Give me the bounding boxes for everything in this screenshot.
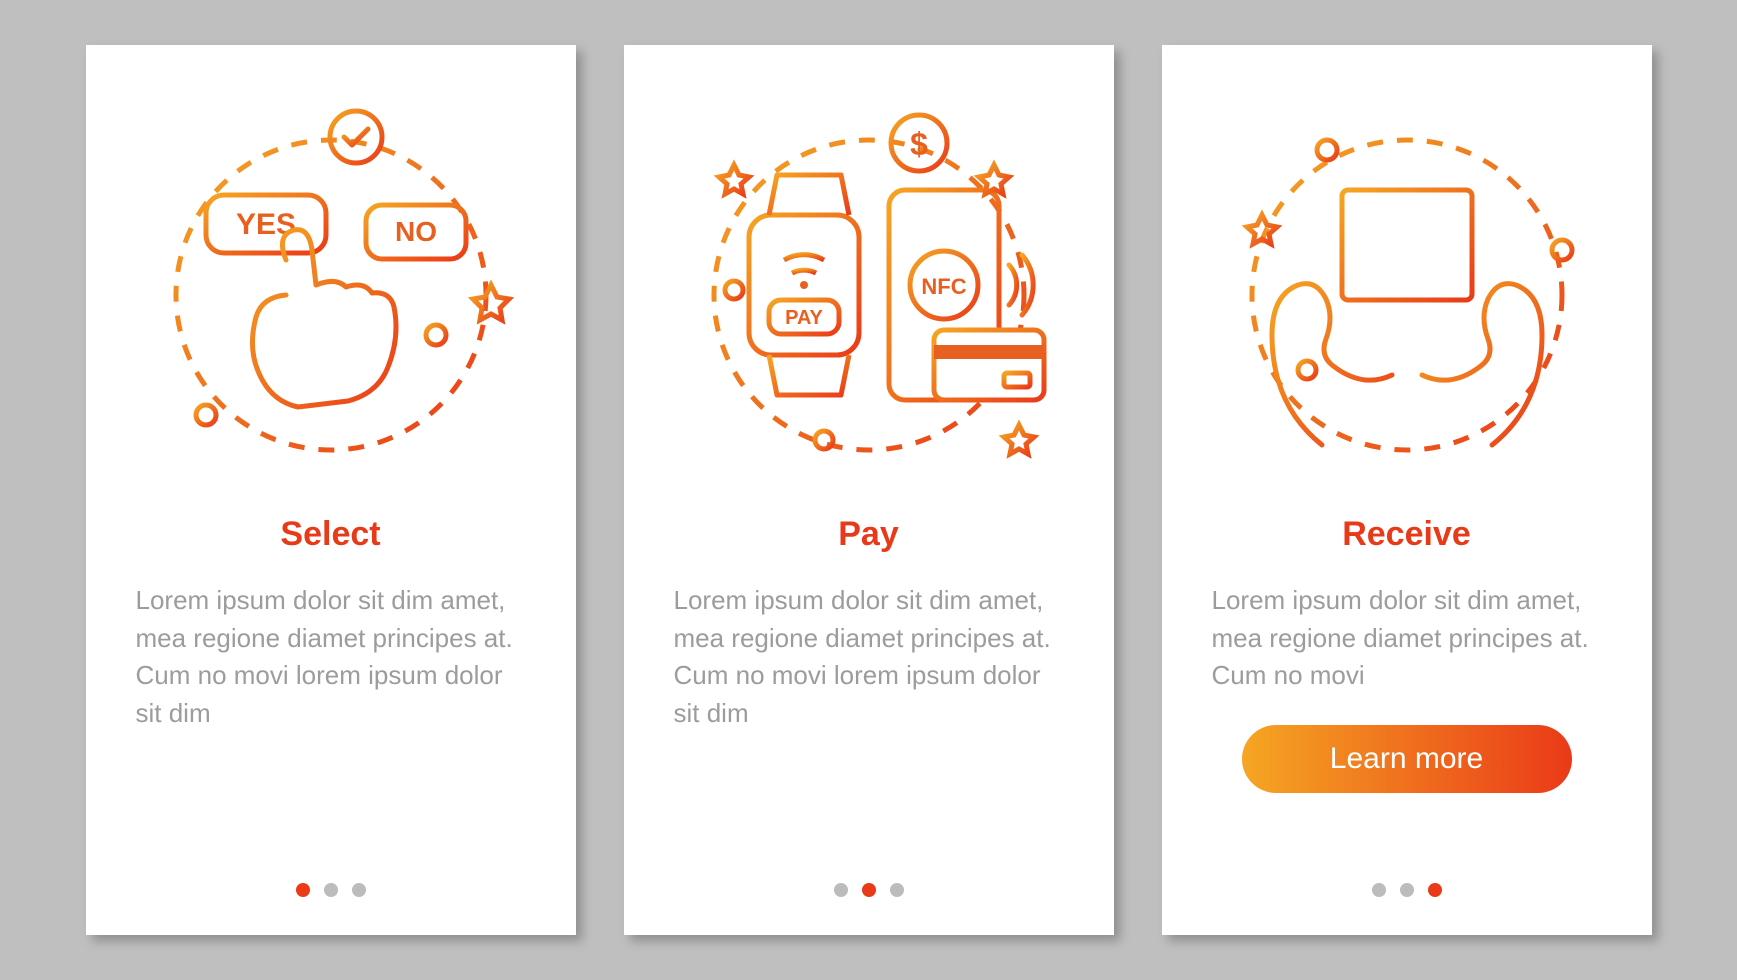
dollar-label: $ xyxy=(910,126,928,162)
pay-label: PAY xyxy=(785,307,823,329)
card-description: Lorem ipsum dolor sit dim amet, mea regi… xyxy=(1212,582,1602,695)
dot-1[interactable] xyxy=(1372,883,1386,897)
page-indicator xyxy=(86,883,576,897)
onboarding-card-pay: $ PAY NFC xyxy=(624,45,1114,935)
card-title: Select xyxy=(280,515,380,554)
pay-illustration: $ PAY NFC xyxy=(674,95,1064,485)
page-indicator xyxy=(1162,883,1652,897)
dot-3[interactable] xyxy=(1428,883,1442,897)
dot-2[interactable] xyxy=(1400,883,1414,897)
dot-1[interactable] xyxy=(296,883,310,897)
dot-2[interactable] xyxy=(862,883,876,897)
card-description: Lorem ipsum dolor sit dim amet, mea regi… xyxy=(136,582,526,733)
page-indicator xyxy=(624,883,1114,897)
onboarding-card-select: YES NO Select Lorem ipsum dolor sit dim … xyxy=(86,45,576,935)
card-title: Receive xyxy=(1342,515,1471,554)
dot-1[interactable] xyxy=(834,883,848,897)
dot-3[interactable] xyxy=(352,883,366,897)
nfc-label: NFC xyxy=(921,274,966,299)
receive-illustration xyxy=(1212,95,1602,485)
dot-3[interactable] xyxy=(890,883,904,897)
dot-2[interactable] xyxy=(324,883,338,897)
card-description: Lorem ipsum dolor sit dim amet, mea regi… xyxy=(674,582,1064,733)
card-title: Pay xyxy=(838,515,899,554)
no-label: NO xyxy=(395,216,437,247)
select-illustration: YES NO xyxy=(136,95,526,485)
learn-more-button[interactable]: Learn more xyxy=(1242,725,1572,793)
onboarding-card-receive: Receive Lorem ipsum dolor sit dim amet, … xyxy=(1162,45,1652,935)
